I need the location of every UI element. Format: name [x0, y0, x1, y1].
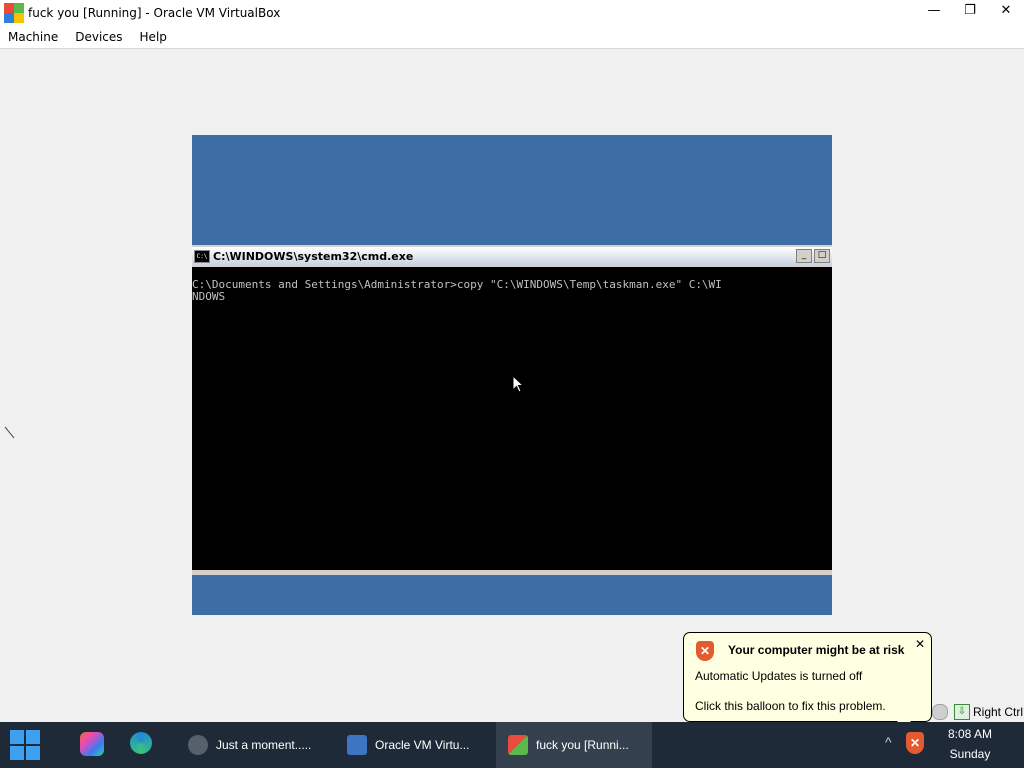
- menu-help[interactable]: Help: [132, 30, 176, 44]
- menu-machine[interactable]: Machine: [0, 30, 67, 44]
- menu-devices[interactable]: Devices: [67, 30, 131, 44]
- taskbar-app-vm[interactable]: fuck you [Runni...: [496, 722, 652, 768]
- vbox-status-bar: ⇩ Right Ctrl: [932, 702, 1023, 722]
- tray-security-shield-icon[interactable]: ✕: [906, 732, 924, 754]
- window-titlebar: fuck you [Running] - Oracle VM VirtualBo…: [0, 0, 1024, 26]
- balloon-title: Your computer might be at risk: [728, 643, 905, 657]
- cmd-console[interactable]: C:\Documents and Settings\Administrator>…: [192, 267, 832, 570]
- cmd-icon: C:\: [194, 249, 210, 263]
- cmd-maximize-button[interactable]: □: [814, 249, 830, 263]
- vm-xp-icon: [508, 735, 528, 755]
- security-balloon[interactable]: ✕ Your computer might be at risk ✕ Autom…: [683, 632, 932, 733]
- cmd-titlebar[interactable]: C:\ C:\WINDOWS\system32\cmd.exe _ □: [192, 247, 832, 265]
- taskbar-clock[interactable]: 8:08 AM Sunday: [940, 724, 1000, 764]
- window-title: fuck you [Running] - Oracle VM VirtualBo…: [28, 6, 281, 20]
- balloon-fix-link[interactable]: Click this balloon to fix this problem.: [695, 699, 886, 713]
- copilot-icon[interactable]: [80, 732, 104, 756]
- clock-day: Sunday: [949, 747, 991, 761]
- clock-time: 8:08 AM: [947, 727, 993, 741]
- host-pointer-icon: [4, 426, 15, 439]
- edge-icon[interactable]: [130, 732, 152, 754]
- cmd-title: C:\WINDOWS\system32\cmd.exe: [213, 249, 414, 263]
- taskbar-app-label: Just a moment.....: [216, 738, 312, 752]
- virtualbox-icon: [347, 735, 367, 755]
- taskbar-app-virtualbox[interactable]: Oracle VM Virtu...: [337, 722, 497, 768]
- host-key-label: Right Ctrl: [973, 705, 1024, 719]
- close-button[interactable]: ✕: [988, 0, 1024, 20]
- minimize-button[interactable]: —: [916, 0, 952, 20]
- menu-bar: Machine Devices Help: [0, 26, 1024, 49]
- mouse-pointer-icon: [512, 375, 525, 393]
- taskbar-app-label: fuck you [Runni...: [536, 738, 629, 752]
- balloon-close-button[interactable]: ✕: [915, 637, 925, 651]
- tray-overflow-chevron-icon[interactable]: ^: [885, 734, 892, 750]
- maximize-button[interactable]: ❐: [952, 0, 988, 20]
- cmd-line: C:\Documents and Settings\Administrator>…: [192, 278, 722, 291]
- cmd-line: NDOWS: [192, 290, 226, 303]
- taskbar-app-label: Oracle VM Virtu...: [375, 738, 470, 752]
- globe-icon: [188, 735, 208, 755]
- cmd-window[interactable]: C:\ C:\WINDOWS\system32\cmd.exe _ □ C:\D…: [192, 245, 832, 575]
- taskbar-app-browser[interactable]: Just a moment.....: [180, 722, 336, 768]
- host-taskbar: Just a moment..... Oracle VM Virtu... fu…: [0, 722, 1024, 768]
- keyboard-capture-icon[interactable]: ⇩: [954, 704, 970, 720]
- cmd-minimize-button[interactable]: _: [796, 249, 812, 263]
- start-button[interactable]: [10, 730, 40, 760]
- security-shield-icon: ✕: [696, 641, 714, 661]
- virtualbox-vm-icon: [4, 3, 24, 23]
- optical-drive-icon[interactable]: [932, 704, 948, 720]
- balloon-message: Automatic Updates is turned off: [695, 669, 863, 683]
